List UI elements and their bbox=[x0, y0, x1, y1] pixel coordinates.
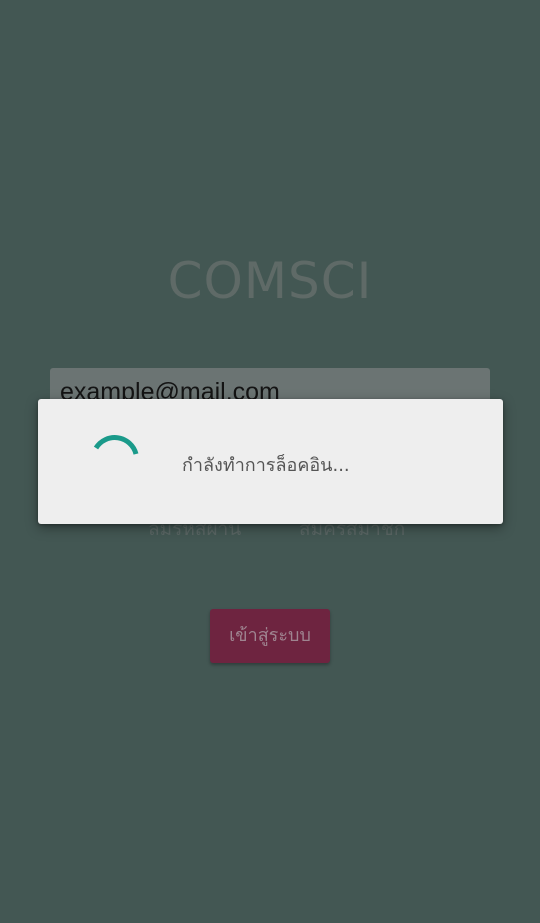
login-button[interactable]: เข้าสู่ระบบ bbox=[210, 609, 330, 663]
dialog-message: กำลังทำการล็อคอิน... bbox=[182, 455, 350, 476]
circular-progress-icon bbox=[93, 435, 139, 455]
progress-dialog: กำลังทำการล็อคอิน... bbox=[38, 399, 503, 524]
app-logo: COMSCI bbox=[167, 252, 373, 310]
